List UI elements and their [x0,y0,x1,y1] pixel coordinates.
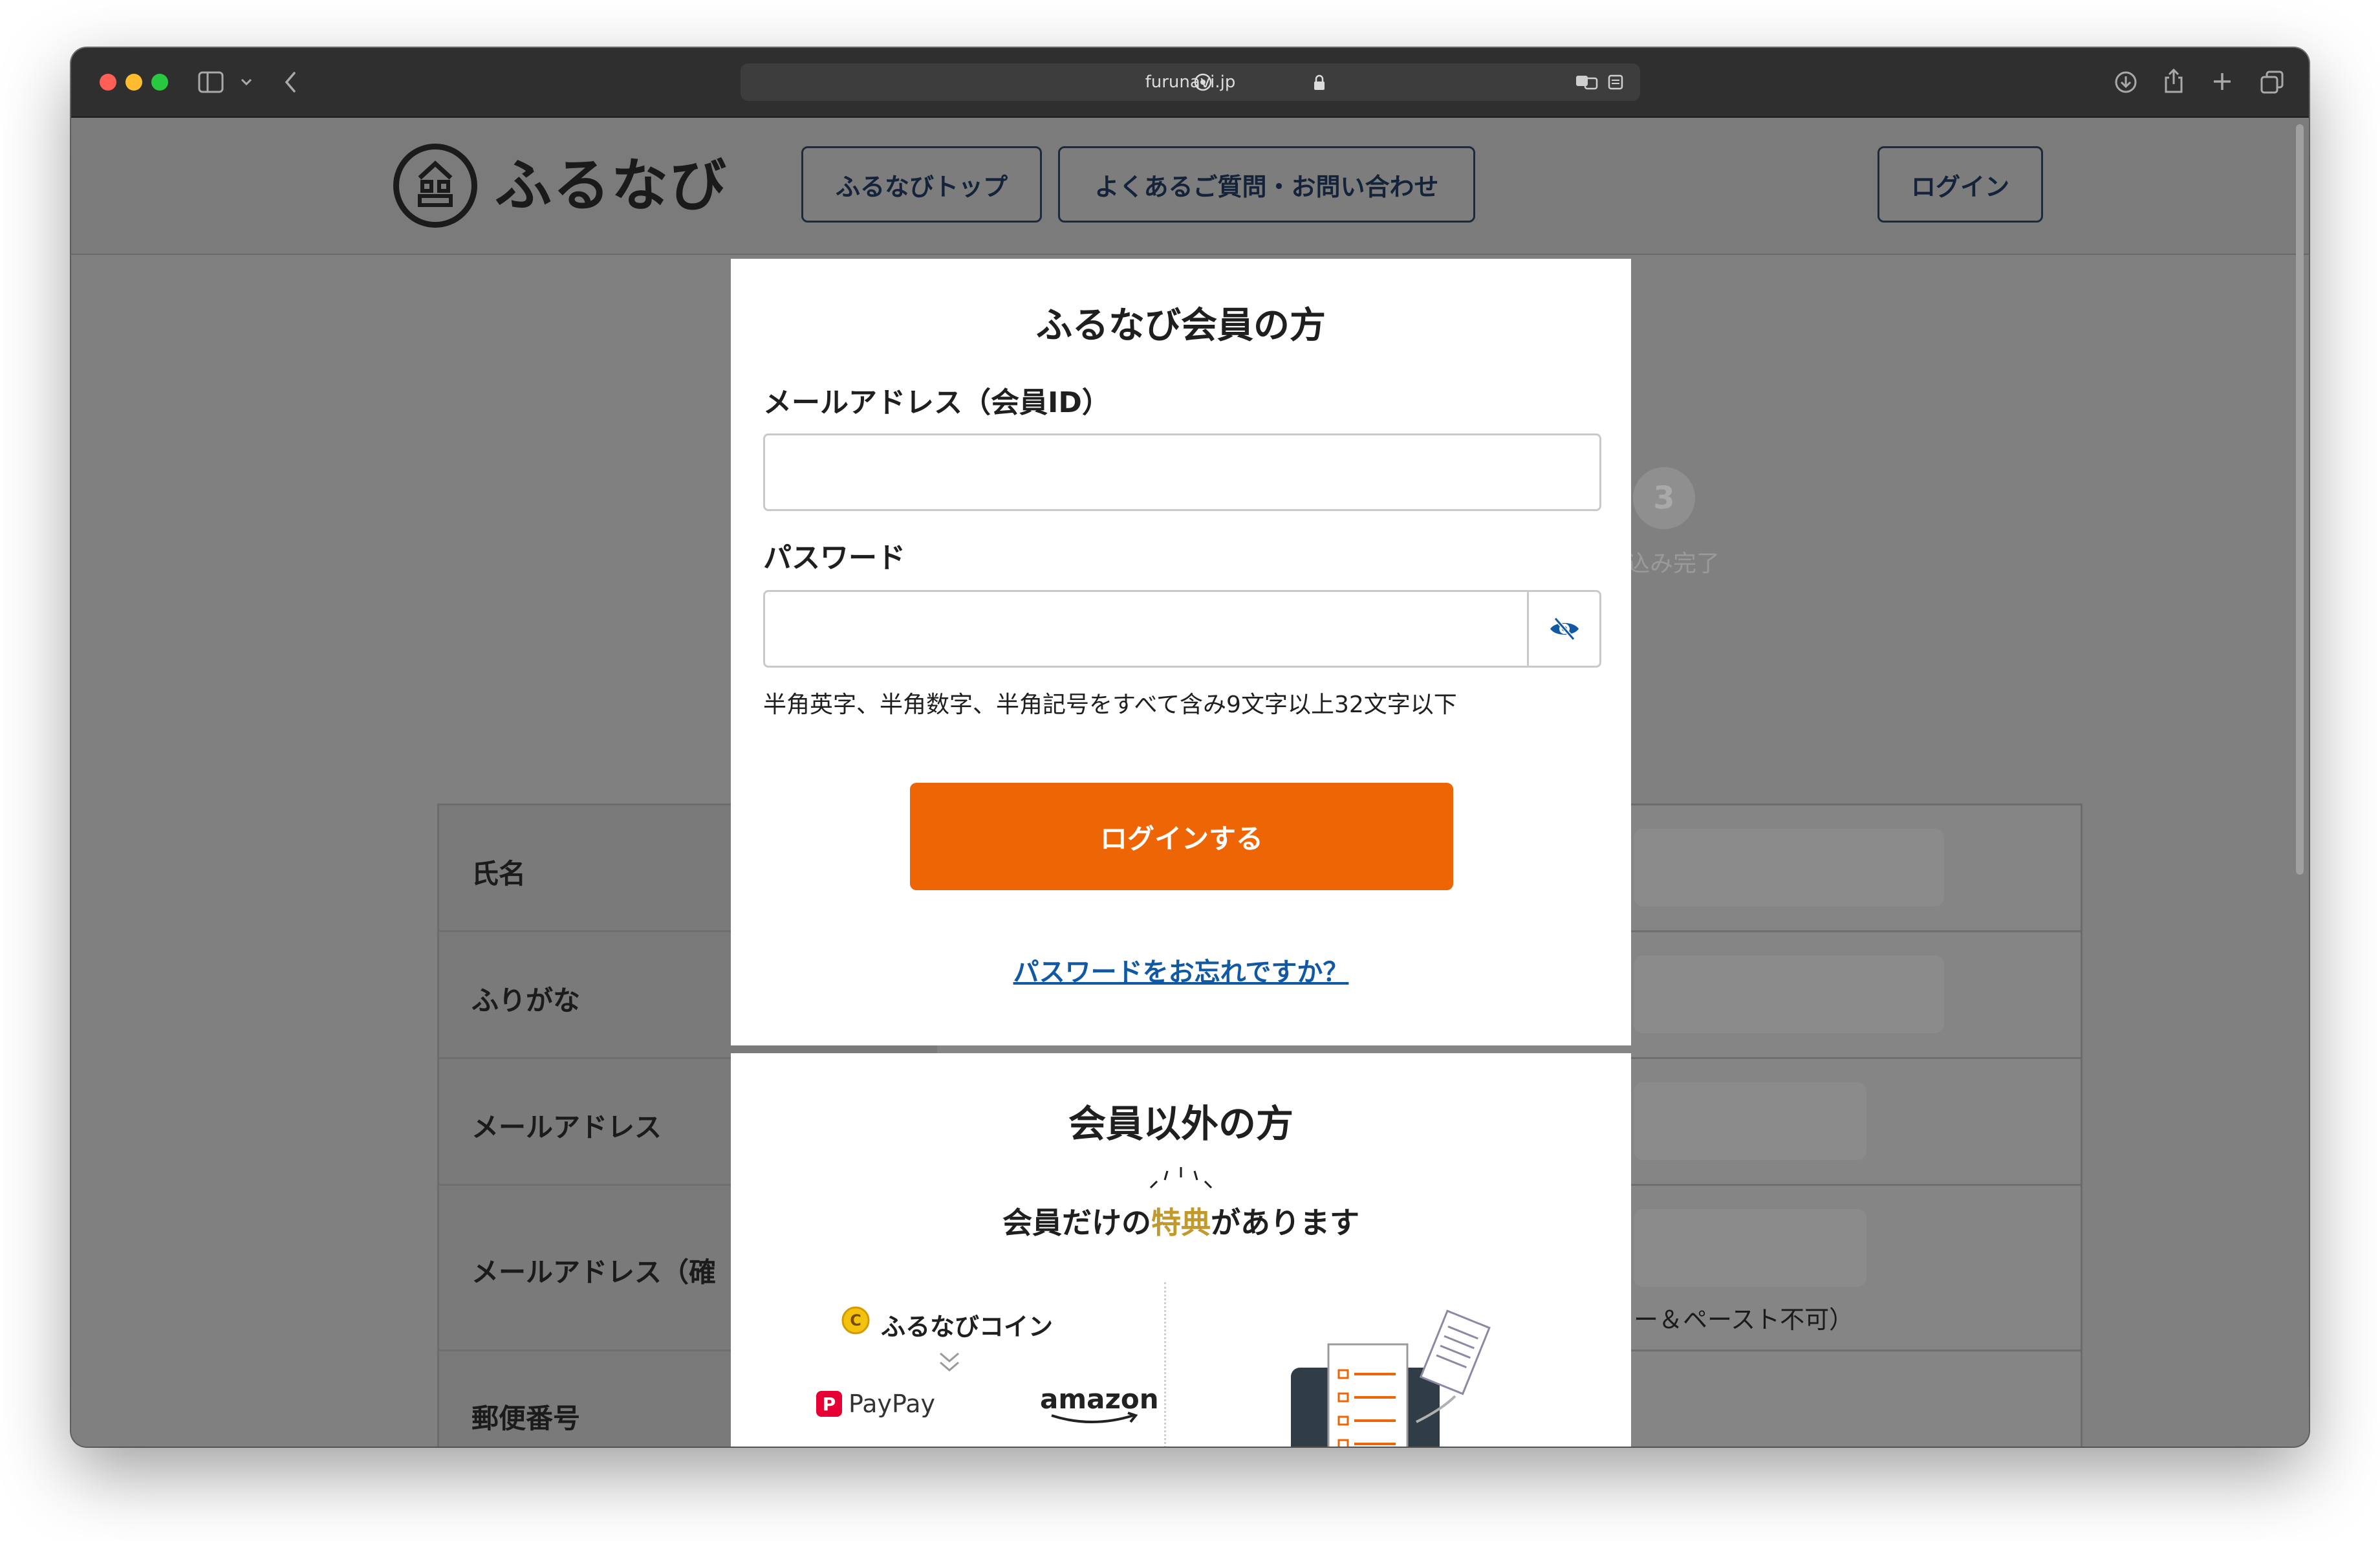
member-login-panel: ふるなび会員の方 メールアドレス（会員ID） パスワード 半角英字、半角数字、半… [731,259,1631,1045]
download-icon[interactable] [2114,70,2138,94]
password-field[interactable] [763,590,1601,668]
amazon-logo: amazon [1040,1383,1159,1423]
minimize-window-button[interactable] [125,74,142,91]
browser-toolbar: furunavi.jp [71,48,2309,118]
translate-icon[interactable] [1575,74,1599,91]
header-login-button[interactable]: ログイン [1877,146,2043,223]
benefit-divider [1164,1282,1166,1447]
logo-text[interactable]: ふるなび [495,144,728,228]
benefit-heading: 会員だけの特典があります [731,1199,1631,1242]
non-member-title: 会員以外の方 [1068,1102,1293,1146]
email-confirm-note: ー＆ペースト不可） [1634,1306,1854,1334]
forgot-password-link[interactable]: パスワードをお忘れですか？ [731,951,1631,989]
email-field[interactable] [763,433,1601,511]
double-chevron-down-icon [940,1352,959,1372]
paypay-text: PayPay [849,1390,935,1418]
benefit-highlight: 特典 [1151,1205,1211,1240]
step-3-indicator: 3 [1633,467,1695,529]
amazon-smile-icon [1051,1412,1138,1423]
benefit-suffix: があります [1211,1205,1359,1240]
furunavi-logo-icon[interactable] [393,144,477,228]
sparkle-icon [1149,1167,1213,1189]
member-login-title: ふるなび会員の方 [1036,305,1326,347]
form-label-email-confirm: メールアドレス（確 [471,1256,717,1288]
nav-top-button[interactable]: ふるなびトップ [801,146,1042,223]
back-icon[interactable] [283,71,298,93]
eye-slash-icon [1550,617,1579,640]
form-label-furigana: ふりがな [471,985,581,1016]
address-bar[interactable]: furunavi.jp [741,63,1640,101]
login-submit-button[interactable]: ログインする [910,783,1453,890]
site-header: ふるなび ふるなびトップ よくあるご質問・お問い合わせ ログイン [71,118,2309,255]
new-tab-icon[interactable] [2212,71,2233,92]
lock-icon [1314,74,1325,90]
coin-label: ふるなびコイン [881,1313,1054,1341]
paypay-icon: P [816,1391,842,1417]
form-label-postal: 郵便番号 [471,1403,581,1434]
chevron-down-icon[interactable] [241,78,252,87]
form-label-name: 氏名 [471,858,526,890]
nav-faq-button[interactable]: よくあるご質問・お問い合わせ [1058,146,1475,223]
benefit-prefix: 会員だけの [1002,1205,1151,1240]
amazon-text: amazon [1040,1383,1159,1415]
svg-text:P: P [823,1393,836,1415]
name-input[interactable] [1634,829,1944,906]
url-text: furunavi.jp [1145,72,1236,92]
step-3-label: 込み完了 [1627,551,1720,577]
password-label: パスワード [763,541,905,574]
reader-icon[interactable] [1607,74,1624,91]
svg-text:C: C [850,1311,861,1329]
email-confirm-input[interactable] [1634,1209,1866,1287]
coin-icon: C [841,1306,870,1335]
document-list-icon [1291,1309,1491,1447]
share-icon[interactable] [2163,67,2185,94]
close-window-button[interactable] [100,74,116,91]
furigana-input[interactable] [1634,956,1944,1033]
tab-overview-icon[interactable] [2260,70,2284,94]
toggle-password-visibility-button[interactable] [1527,592,1599,666]
browser-window: furunavi.jp ふるなび ふるなびトップ よくあるご質問・お問い合わせ … [71,48,2309,1447]
form-label-email: メールアドレス [471,1111,662,1143]
email-label: メールアドレス（会員ID） [763,386,1110,419]
non-member-panel: 会員以外の方 会員だけの特典があります C ふるなびコイン P PayPay a… [731,1053,1631,1447]
sidebar-icon[interactable] [198,71,224,93]
email-input-bg[interactable] [1634,1082,1866,1160]
zoom-window-button[interactable] [151,74,168,91]
page-scrollbar[interactable] [2296,124,2304,875]
password-hint: 半角英字、半角数字、半角記号をすべて含み9文字以上32文字以下 [763,692,1457,718]
page-content: ふるなび ふるなびトップ よくあるご質問・お問い合わせ ログイン 3 込み完了 … [71,118,2309,1447]
